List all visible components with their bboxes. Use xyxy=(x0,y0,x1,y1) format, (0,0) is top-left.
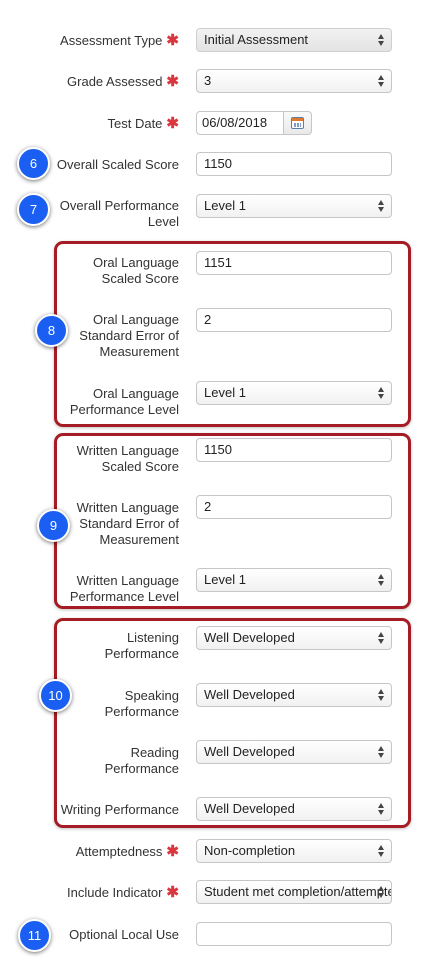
label-line: Scaled Score xyxy=(101,271,179,286)
reading-performance-select[interactable]: Well Developed xyxy=(196,740,392,764)
include-indicator-label-text: Include Indicator xyxy=(67,885,163,900)
reading-performance-value: Well Developed xyxy=(204,744,295,759)
test-date-input[interactable]: 06/08/2018 xyxy=(196,111,284,135)
label-line: Measurement xyxy=(99,344,179,359)
label-line: Written Language xyxy=(76,500,179,515)
label-line: Reading xyxy=(130,745,179,760)
speaking-performance-select[interactable]: Well Developed xyxy=(196,683,392,707)
written-language-scaled-score-input[interactable]: 1150 xyxy=(196,438,392,462)
listening-performance-value: Well Developed xyxy=(204,630,295,645)
required-asterisk-icon: ✱ xyxy=(166,115,179,132)
select-arrows-icon xyxy=(378,631,385,645)
assessment-type-value: Initial Assessment xyxy=(204,32,309,47)
include-indicator-label: Include Indicator ✱ xyxy=(67,885,179,901)
grade-assessed-select[interactable]: 3 xyxy=(196,69,392,93)
overall-performance-level-select[interactable]: Level 1 xyxy=(196,194,392,218)
listening-performance-select[interactable]: Well Developed xyxy=(196,626,392,650)
select-arrows-icon xyxy=(378,386,385,400)
overall-scaled-score-input[interactable]: 1150 xyxy=(196,152,392,176)
label-line: Performance xyxy=(104,761,179,776)
select-arrows-icon xyxy=(378,745,385,759)
label-line: Measurement xyxy=(99,532,179,547)
include-indicator-value: Student met completion/attemptedness xyxy=(204,884,391,899)
attemptedness-value: Non-completion xyxy=(204,843,296,858)
required-asterisk-icon: ✱ xyxy=(166,73,179,90)
oral-language-scaled-score-input[interactable]: 1151 xyxy=(196,251,392,275)
step-badge-11: 11 xyxy=(18,919,51,952)
label-line: Level xyxy=(147,214,179,229)
label-line: Standard Error of xyxy=(79,328,179,343)
overall-performance-level-label: Overall Performance Level xyxy=(60,198,179,230)
grade-assessed-label: Grade Assessed ✱ xyxy=(67,74,179,90)
written-language-performance-level-select[interactable]: Level 1 xyxy=(196,568,392,592)
oral-language-performance-level-label: Oral Language Performance Level xyxy=(70,386,179,418)
label-line: Oral Language xyxy=(92,312,179,327)
grade-assessed-label-text: Grade Assessed xyxy=(67,74,163,89)
writing-performance-value: Well Developed xyxy=(204,801,295,816)
step-badge-7: 7 xyxy=(17,193,50,226)
step-badge-8: 8 xyxy=(35,314,68,347)
optional-local-use-input[interactable] xyxy=(196,922,392,946)
writing-performance-label: Writing Performance xyxy=(60,802,179,817)
label-line: Performance Level xyxy=(69,589,179,604)
oral-language-performance-level-select[interactable]: Level 1 xyxy=(196,381,392,405)
speaking-performance-label: Speaking Performance xyxy=(105,688,179,720)
label-line: Written Language xyxy=(76,443,179,458)
overall-scaled-score-label: Overall Scaled Score xyxy=(56,157,179,172)
attemptedness-select[interactable]: Non-completion xyxy=(196,839,392,863)
step-badge-9: 9 xyxy=(37,509,70,542)
written-language-performance-level-value: Level 1 xyxy=(204,572,246,587)
written-language-sem-input[interactable]: 2 xyxy=(196,495,392,519)
grade-assessed-value: 3 xyxy=(204,73,212,88)
optional-local-use-label: Optional Local Use xyxy=(69,927,179,942)
test-date-label: Test Date ✱ xyxy=(108,116,180,132)
label-line: Speaking xyxy=(124,688,179,703)
oral-language-sem-label: Oral Language Standard Error of Measuremen… xyxy=(79,312,179,360)
oral-language-sem-input[interactable]: 2 xyxy=(196,308,392,332)
reading-performance-label: Reading Performance xyxy=(105,745,179,777)
listening-performance-label: Listening Performance xyxy=(105,630,179,662)
assessment-type-select[interactable]: Initial Assessment xyxy=(196,28,392,52)
oral-language-performance-level-value: Level 1 xyxy=(204,385,246,400)
overall-performance-level-value: Level 1 xyxy=(204,198,246,213)
label-line: Scaled Score xyxy=(101,459,179,474)
label-line: Performance Level xyxy=(69,402,179,417)
select-arrows-icon xyxy=(378,74,385,88)
label-line: Oral Language xyxy=(92,255,179,270)
oral-language-scaled-score-label: Oral Language Scaled Score xyxy=(93,255,179,287)
select-arrows-icon xyxy=(378,844,385,858)
label-line: Written Language xyxy=(76,573,179,588)
attemptedness-label-text: Attemptedness xyxy=(75,844,163,859)
select-arrows-icon xyxy=(378,885,385,899)
select-arrows-icon xyxy=(378,802,385,816)
assessment-type-label: Assessment Type ✱ xyxy=(60,33,179,49)
step-badge-10: 10 xyxy=(39,679,72,712)
select-arrows-icon xyxy=(378,33,385,47)
label-line: Oral Language xyxy=(92,386,179,401)
written-language-scaled-score-label: Written Language Scaled Score xyxy=(77,443,179,475)
speaking-performance-value: Well Developed xyxy=(204,687,295,702)
select-arrows-icon xyxy=(378,199,385,213)
written-language-performance-level-label: Written Language Performance Level xyxy=(70,573,179,605)
required-asterisk-icon: ✱ xyxy=(166,32,179,49)
select-arrows-icon xyxy=(378,573,385,587)
required-asterisk-icon: ✱ xyxy=(166,884,179,901)
label-line: Performance xyxy=(104,646,179,661)
include-indicator-select[interactable]: Student met completion/attemptedness xyxy=(196,880,392,904)
date-picker-button[interactable] xyxy=(284,111,312,135)
writing-performance-select[interactable]: Well Developed xyxy=(196,797,392,821)
attemptedness-label: Attemptedness ✱ xyxy=(76,844,179,860)
assessment-type-label-text: Assessment Type xyxy=(60,33,163,48)
label-line: Listening xyxy=(126,630,179,645)
calendar-icon xyxy=(291,117,304,129)
label-line: Overall Performance xyxy=(59,198,179,213)
label-line: Performance xyxy=(104,704,179,719)
step-badge-6: 6 xyxy=(17,147,50,180)
required-asterisk-icon: ✱ xyxy=(166,843,179,860)
written-language-sem-label: Written Language Standard Error of Measure… xyxy=(77,500,179,548)
select-arrows-icon xyxy=(378,688,385,702)
test-date-label-text: Test Date xyxy=(107,116,163,131)
label-line: Standard Error of xyxy=(79,516,179,531)
